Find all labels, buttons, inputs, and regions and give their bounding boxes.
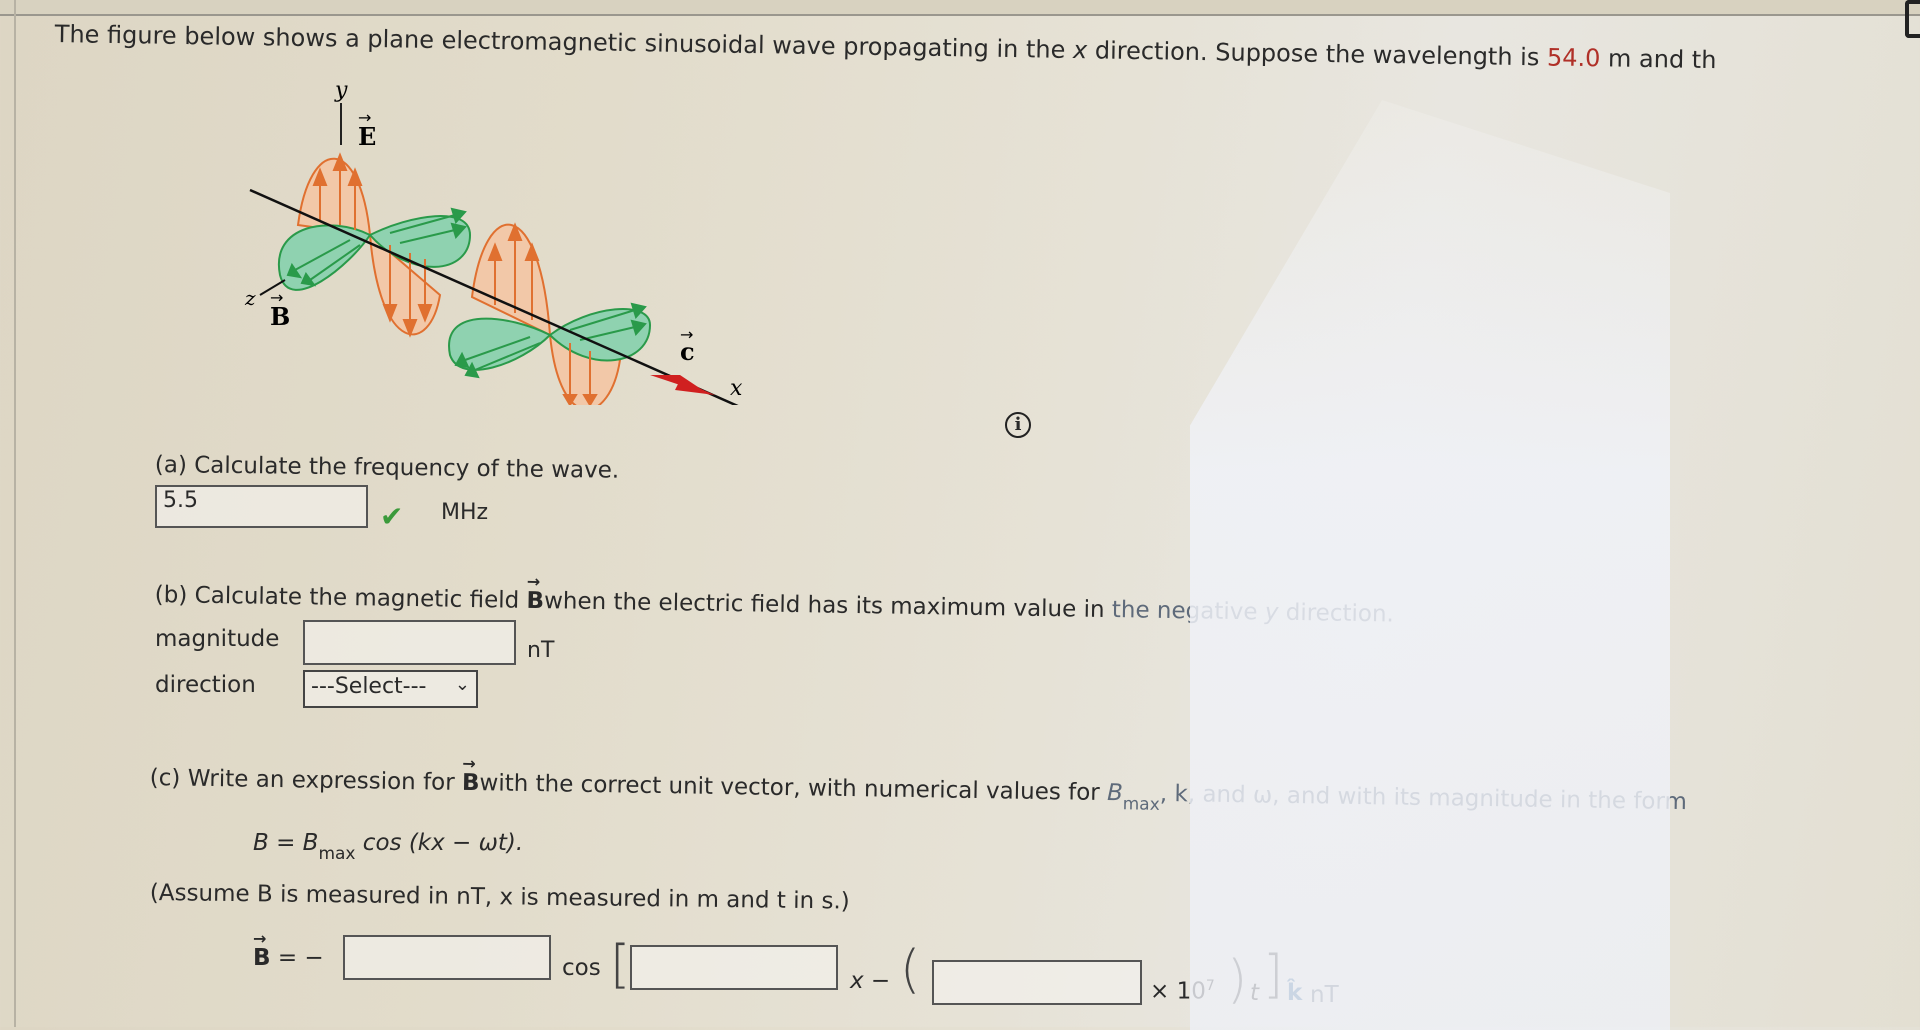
browser-top-edge bbox=[0, 0, 1920, 16]
formula-form: B = Bmax cos (kx − ωt). bbox=[253, 830, 524, 864]
left-bracket: [ bbox=[610, 935, 631, 995]
frequency-input[interactable]: 5.5 bbox=[155, 485, 368, 528]
wavelength-value: 54.0 bbox=[1546, 43, 1601, 73]
magnitude-label: magnitude bbox=[155, 626, 280, 652]
bmax-input[interactable] bbox=[343, 935, 551, 980]
magnitude-unit: nT bbox=[527, 638, 555, 663]
x-axis-line bbox=[249, 188, 739, 405]
info-icon[interactable]: i bbox=[1005, 412, 1031, 438]
chevron-down-icon: ⌄ bbox=[454, 674, 470, 695]
k-input[interactable] bbox=[630, 945, 838, 990]
b-lobe-1 bbox=[277, 224, 372, 291]
cos-label: cos bbox=[562, 955, 601, 981]
unit-vector-k: k̂ bbox=[1287, 980, 1303, 1006]
direction-label: direction bbox=[155, 672, 256, 698]
direction-select[interactable]: ---Select--- ⌄ bbox=[303, 670, 478, 708]
b-field-arrow: → bbox=[270, 288, 283, 307]
z-axis-label: z bbox=[244, 286, 256, 310]
checkmark-icon: ✔ bbox=[380, 500, 404, 533]
screen-glare bbox=[1190, 100, 1670, 1030]
scrollbar-corner[interactable] bbox=[1905, 0, 1920, 38]
c-arrowhead bbox=[675, 380, 715, 395]
b-unit-label: nT bbox=[1310, 982, 1339, 1008]
right-paren: ) bbox=[1227, 950, 1248, 1010]
omega-input[interactable] bbox=[932, 960, 1142, 1005]
page-left-edge bbox=[0, 0, 16, 1027]
y-axis-label: y bbox=[334, 78, 348, 103]
right-bracket: ] bbox=[1263, 945, 1284, 1005]
frequency-unit: MHz bbox=[441, 500, 489, 525]
c-arrow-symbol: → bbox=[680, 325, 693, 344]
part-c-prompt: (c) Write an expression for Bwith the co… bbox=[150, 765, 1688, 815]
em-wave-figure: y E → z B → c → x bbox=[244, 78, 743, 405]
x-axis-label: x bbox=[730, 376, 743, 401]
x-minus-label: x − bbox=[850, 968, 891, 994]
question-intro: The figure below shows a plane electroma… bbox=[54, 20, 1717, 75]
times-ten-label: × 107 bbox=[1150, 978, 1215, 1005]
t-label: t bbox=[1250, 980, 1260, 1006]
assumption-note: (Assume B is measured in nT, x is measur… bbox=[149, 880, 850, 915]
left-paren: ( bbox=[900, 940, 921, 1000]
b-vector-symbol: B bbox=[253, 929, 271, 971]
magnitude-input[interactable] bbox=[303, 620, 516, 665]
e-field-arrow: → bbox=[358, 108, 371, 127]
part-a-prompt: (a) Calculate the frequency of the wave. bbox=[154, 452, 620, 484]
